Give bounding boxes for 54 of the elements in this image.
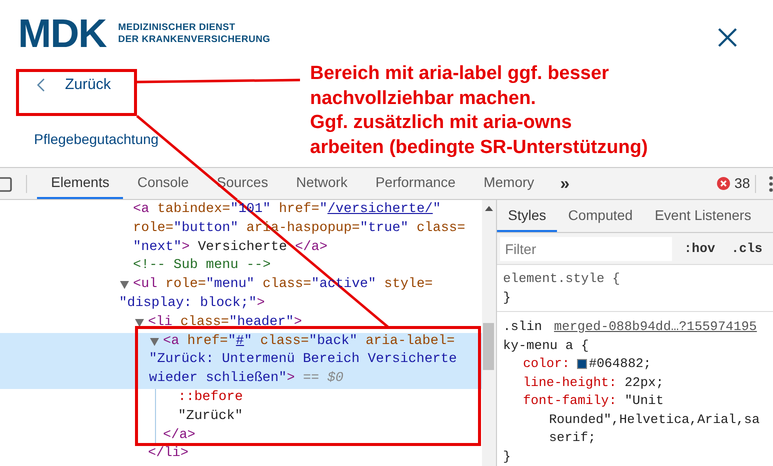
css-value: Rounded",Helvetica,Arial,sa [549,410,760,428]
css-selector: ky-menu a { [503,336,589,354]
expanded-triangle-icon[interactable] [135,318,144,327]
code-line[interactable]: <a href="#" class="back" aria-label= [163,332,455,352]
chevron-left-icon [36,78,45,92]
css-value: serif; [549,429,596,447]
css-value: #064882; [588,355,652,373]
close-icon[interactable] [718,28,737,47]
logo-tagline: MEDIZINISCHER DIENST DER KRANKENVERSICHERUNG [118,22,270,46]
filter-field[interactable]: Filter [500,236,672,261]
code-line[interactable]: </li> [148,445,189,464]
source-link[interactable]: merged-088b94dd…?155974195 [554,318,757,336]
code-line[interactable]: "next"> Versicherte </a> [133,238,328,258]
code-line[interactable]: <li class="header"> [148,314,302,333]
css-property: color: [523,355,570,373]
toggle-button[interactable]: .cls [731,238,762,258]
scrollbar[interactable] [482,200,496,466]
expanded-triangle-icon[interactable] [150,338,159,346]
kebab-menu-icon[interactable] [769,176,773,192]
css-selector: .slin [503,318,542,336]
toggle-button[interactable]: :hov [684,238,716,258]
styles-subtab[interactable]: Event Listeners [644,200,762,232]
code-line[interactable]: "Zurück" [178,408,243,427]
code-line[interactable]: <!-- Sub menu --> [133,257,271,276]
logo-wordmark: MDK [18,14,106,54]
devtools-tab[interactable]: Elements [37,168,124,199]
css-property: font-family: [523,392,617,410]
devtools-tab[interactable]: Memory [470,168,548,199]
css-value: 22px; [624,374,664,392]
back-link[interactable]: Zurück [36,74,111,96]
annotation-text: Bereich mit aria-label ggf. besser nachvollziehbar machen. Ggf. zusätzlich mit aria-owns arbeiten (bedingte SR-Unterstützung) [310,62,648,160]
devtools-tab[interactable]: Console [123,168,203,199]
color-swatch[interactable] [576,359,587,370]
styles-subtab[interactable]: Computed [557,200,644,232]
menu-item[interactable]: Pflegebegutachtung [34,128,159,150]
code-line[interactable]: </a> [163,426,196,446]
devtools-tab[interactable]: Performance [361,168,470,199]
rule-brace: } [503,448,511,466]
css-value: "Unit [624,392,664,410]
more-tabs-button[interactable]: » [560,170,570,196]
css-property: line-height: [523,374,617,392]
css-selector: element.style { [503,270,620,288]
scroll-up-icon[interactable] [485,206,493,211]
error-icon [717,177,730,190]
expanded-triangle-icon[interactable] [120,281,129,290]
devtools-tab[interactable]: Network [282,168,362,199]
code-line[interactable]: wieder schließen"> == $0 [149,370,344,389]
scrollbar-thumb[interactable] [483,323,494,370]
code-line[interactable]: "display: block;"> [119,294,265,314]
rule-brace: } [503,288,511,306]
error-counter[interactable]: 38 [717,173,750,194]
devtools-tab[interactable]: Sources [202,168,282,199]
code-line[interactable]: "Zurück: Untermenü Bereich Versicherte [149,351,457,370]
code-line[interactable]: ::before [178,388,243,408]
